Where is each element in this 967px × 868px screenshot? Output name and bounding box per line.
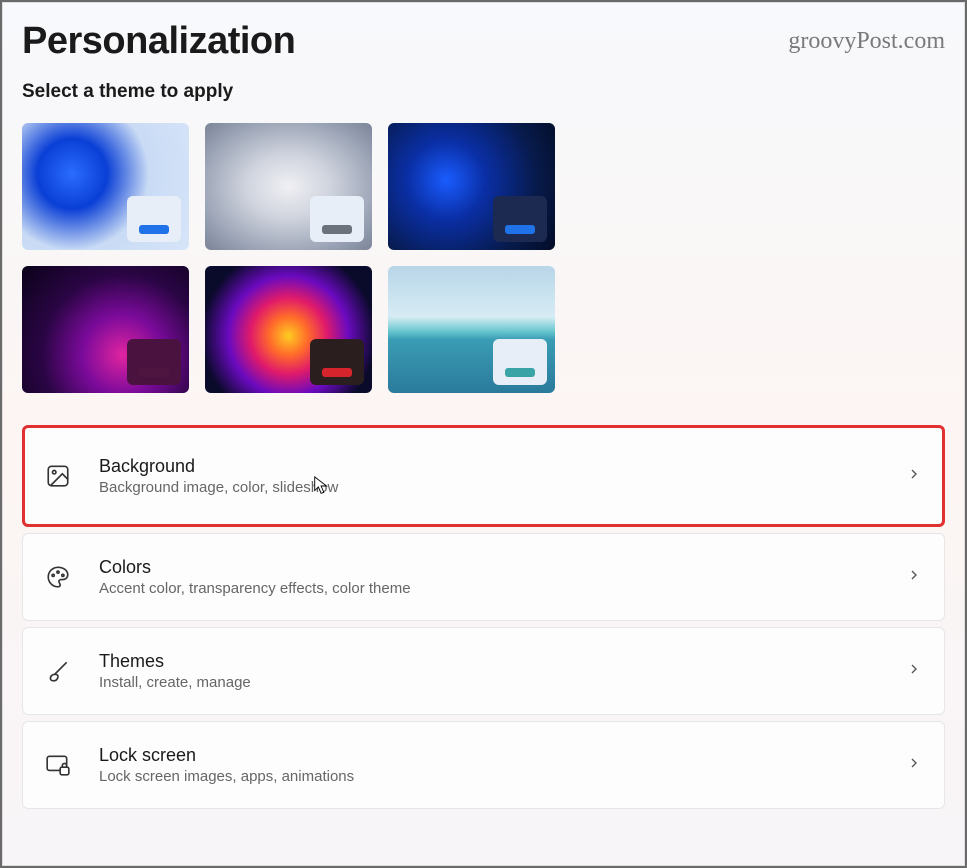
setting-title: Lock screen xyxy=(99,745,906,766)
theme-accent-swatch xyxy=(505,225,535,234)
setting-title: Colors xyxy=(99,557,906,578)
theme-thumbnail[interactable] xyxy=(205,266,372,393)
chevron-right-icon xyxy=(906,466,922,487)
setting-title: Themes xyxy=(99,651,906,672)
theme-preview-badge xyxy=(493,196,547,242)
theme-thumbnail[interactable] xyxy=(22,266,189,393)
theme-accent-swatch xyxy=(139,368,169,377)
page-title: Personalization xyxy=(22,20,295,63)
theme-preview-badge xyxy=(127,339,181,385)
palette-icon xyxy=(45,564,71,590)
theme-thumbnail[interactable] xyxy=(205,123,372,250)
theme-preview-badge xyxy=(493,339,547,385)
colors-setting-card[interactable]: Colors Accent color, transparency effect… xyxy=(22,533,945,621)
chevron-right-icon xyxy=(906,567,922,588)
theme-thumbnail[interactable] xyxy=(22,123,189,250)
theme-accent-swatch xyxy=(322,368,352,377)
settings-list: Background Background image, color, slid… xyxy=(22,425,945,809)
theme-accent-swatch xyxy=(505,368,535,377)
setting-subtitle: Background image, color, slideshow xyxy=(99,479,906,496)
theme-grid xyxy=(22,123,945,393)
background-setting-card[interactable]: Background Background image, color, slid… xyxy=(22,425,945,527)
themes-section-title: Select a theme to apply xyxy=(22,81,945,103)
theme-accent-swatch xyxy=(322,225,352,234)
themes-setting-card[interactable]: Themes Install, create, manage xyxy=(22,627,945,715)
setting-subtitle: Install, create, manage xyxy=(99,674,906,691)
theme-accent-swatch xyxy=(139,225,169,234)
theme-preview-badge xyxy=(310,339,364,385)
chevron-right-icon xyxy=(906,661,922,682)
lock-screen-setting-card[interactable]: Lock screen Lock screen images, apps, an… xyxy=(22,721,945,809)
brush-icon xyxy=(45,658,71,684)
image-icon xyxy=(45,463,71,489)
theme-thumbnail[interactable] xyxy=(388,266,555,393)
theme-preview-badge xyxy=(127,196,181,242)
setting-subtitle: Accent color, transparency effects, colo… xyxy=(99,580,906,597)
watermark-text: groovyPost.com xyxy=(788,28,945,55)
setting-title: Background xyxy=(99,456,906,477)
theme-thumbnail[interactable] xyxy=(388,123,555,250)
theme-preview-badge xyxy=(310,196,364,242)
monitor-lock-icon xyxy=(45,752,71,778)
chevron-right-icon xyxy=(906,755,922,776)
setting-subtitle: Lock screen images, apps, animations xyxy=(99,768,906,785)
